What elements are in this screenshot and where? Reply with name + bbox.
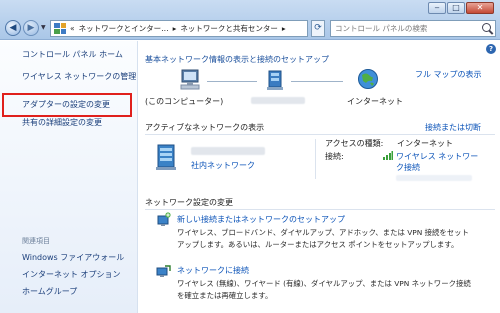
wireless-signal-icon [383, 151, 393, 160]
wireless-connection-link-cont[interactable]: ク接続 [396, 162, 420, 173]
refresh-button[interactable]: ⟳ [311, 20, 325, 37]
access-type-value: インターネット [397, 139, 453, 148]
sidebar-link-manage-wireless[interactable]: ワイヤレス ネットワークの管理 [22, 71, 136, 82]
sidebar-link-internet-options[interactable]: インターネット オプション [22, 269, 121, 280]
description-line: アップします。あるいは、ルーターまたはアクセス ポイントをセットアップします。 [177, 240, 459, 249]
connect-network-icon[interactable] [155, 263, 171, 279]
connect-or-disconnect-link[interactable]: 接続または切断 [425, 122, 481, 133]
network-type-link[interactable]: 社内ネットワーク [191, 160, 255, 171]
recent-pages-dropdown-icon[interactable]: ▼ [41, 24, 46, 31]
setup-new-connection-link[interactable]: 新しい接続またはネットワークのセットアップ [177, 214, 345, 225]
description-line: ワイヤレス、ブロードバンド、ダイヤルアップ、アドホック、または VPN 接続をセ… [177, 228, 469, 237]
map-connector [207, 81, 257, 82]
breadcrumb-network-and-internet[interactable]: ネットワークとインター… [79, 23, 169, 34]
breadcrumb-separator-icon[interactable]: ▸ [173, 24, 177, 33]
active-networks-title: アクティブなネットワークの表示 [145, 123, 265, 132]
address-bar[interactable]: « ネットワークとインター… ▸ ネットワークと共有センター ▸ [50, 20, 308, 37]
related-caption: 関連項目 [22, 237, 50, 245]
connect-to-network-description: ワイヤレス (無線)、ワイヤード (有線)、ダイヤルアップ、または VPN ネッ… [177, 278, 477, 302]
address-overflow[interactable]: « [70, 24, 75, 33]
basic-info-title: 基本ネットワーク情報の表示と接続のセットアップ [145, 55, 329, 64]
control-panel-icon [54, 23, 66, 34]
computer-icon[interactable] [179, 69, 203, 91]
sidebar: コントロール パネル ホーム ワイヤレス ネットワークの管理 アダプターの設定の… [0, 41, 138, 313]
breadcrumb-network-sharing-center[interactable]: ネットワークと共有センター [180, 23, 278, 34]
minimize-button[interactable]: ‒ [428, 2, 446, 14]
ssid-redacted [396, 175, 472, 181]
breadcrumb-separator-icon[interactable]: ▸ [282, 24, 286, 33]
view-full-map-link[interactable]: フル マップの表示 [415, 69, 482, 80]
search-icon[interactable] [482, 23, 491, 32]
connections-label: 接続: [325, 152, 344, 161]
connect-to-network-link[interactable]: ネットワークに接続 [177, 265, 249, 276]
new-connection-icon[interactable] [155, 212, 171, 228]
adapter-settings-highlight-box [2, 93, 132, 117]
internet-globe-icon[interactable] [357, 68, 379, 90]
back-button[interactable]: ◀ [5, 20, 21, 36]
help-icon[interactable]: ? [486, 44, 496, 54]
divider [315, 139, 316, 179]
search-placeholder: コントロール パネルの検索 [335, 24, 428, 33]
main-content: ? 基本ネットワーク情報の表示と接続のセットアップ フル マップの表示 (このコ… [139, 41, 500, 313]
this-computer-label: (このコンピューター) [145, 97, 224, 106]
network-icon[interactable] [265, 69, 287, 93]
wireless-connection-link[interactable]: ワイヤレス ネットワー [396, 151, 478, 162]
sidebar-link-advanced-sharing[interactable]: 共有の詳細設定の変更 [22, 117, 102, 128]
network-name-redacted [191, 147, 265, 155]
computer-name-redacted [251, 97, 305, 104]
work-network-icon[interactable] [155, 143, 179, 171]
map-connector [291, 81, 343, 82]
window-titlebar: ‒ □ ✕ ◀ ▶ ▼ « ネットワークとインター… ▸ ネットワークと共有セン… [0, 0, 500, 40]
internet-label[interactable]: インターネット [347, 96, 403, 107]
setup-new-connection-description: ワイヤレス、ブロードバンド、ダイヤルアップ、アドホック、または VPN 接続をセ… [177, 227, 477, 251]
forward-button[interactable]: ▶ [23, 20, 39, 36]
search-input[interactable]: コントロール パネルの検索 [330, 20, 496, 37]
divider [145, 209, 495, 210]
close-button[interactable]: ✕ [466, 2, 494, 14]
window-controls: ‒ □ ✕ [428, 2, 494, 14]
description-line: を確立または再確立します。 [177, 291, 273, 300]
change-settings-title: ネットワーク設定の変更 [145, 198, 233, 207]
divider [145, 134, 495, 135]
description-line: ワイヤレス (無線)、ワイヤード (有線)、ダイヤルアップ、または VPN ネッ… [177, 279, 471, 288]
access-type-label: アクセスの種類: [325, 139, 384, 148]
sidebar-link-homegroup[interactable]: ホームグループ [22, 286, 77, 297]
maximize-button[interactable]: □ [447, 2, 465, 14]
sidebar-link-control-panel-home[interactable]: コントロール パネル ホーム [22, 49, 123, 60]
sidebar-link-windows-firewall[interactable]: Windows ファイアウォール [22, 252, 124, 263]
